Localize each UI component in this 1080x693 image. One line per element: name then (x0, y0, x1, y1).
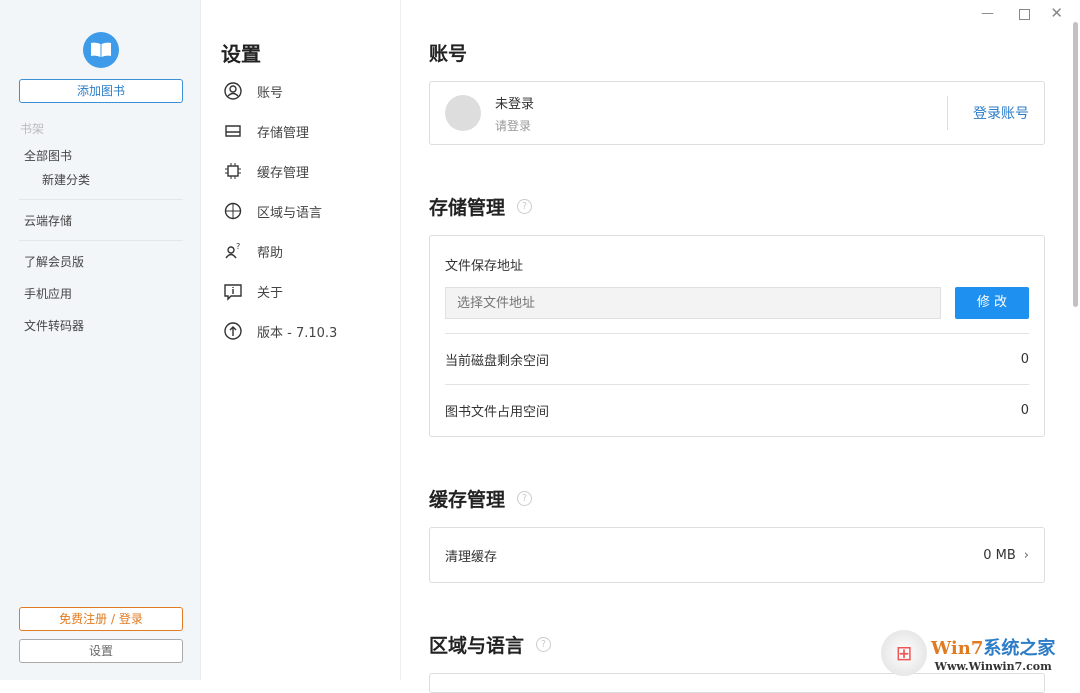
nav-label: 账号 (257, 82, 283, 101)
settings-content: — ✕ 账号 未登录 请登录 登录账号 存储管理? 文件保存地址 修 改 当前磁… (401, 0, 1080, 680)
new-category-item[interactable]: 新建分类 (42, 171, 90, 188)
help-question-icon[interactable]: ? (517, 491, 532, 506)
login-account-link[interactable]: 登录账号 (973, 103, 1029, 123)
library-sidebar: 添加图书 书架 全部图书 新建分类 云端存储 了解会员版 手机应用 文件转码器 … (0, 0, 201, 680)
row-value: 0 (1021, 403, 1029, 418)
chip-icon (223, 161, 243, 181)
watermark-logo: ⊞ Win7系统之家Www.Winwin7.com (881, 630, 1055, 676)
chevron-right-icon: › (1024, 548, 1029, 563)
help-question-icon[interactable]: ? (536, 637, 551, 652)
row-label: 清理缓存 (445, 546, 497, 565)
nav-version[interactable]: 版本 - 7.10.3 (223, 321, 337, 341)
nav-label: 缓存管理 (257, 162, 309, 181)
drive-icon (223, 121, 243, 141)
membership-item[interactable]: 了解会员版 (24, 253, 84, 270)
login-status: 未登录 (495, 93, 534, 112)
account-title: 账号 (429, 39, 467, 66)
cache-title: 缓存管理? (429, 485, 532, 512)
avatar (445, 95, 481, 131)
windows-logo-icon: ⊞ (881, 630, 927, 676)
path-label: 文件保存地址 (430, 236, 1044, 274)
section-title: 区域与语言 (429, 631, 524, 658)
scrollbar[interactable] (1073, 22, 1078, 307)
section-title: 缓存管理 (429, 485, 505, 512)
modify-button[interactable]: 修 改 (955, 287, 1029, 319)
divider (19, 199, 183, 200)
help-icon: ? (223, 241, 243, 261)
help-question-icon[interactable]: ? (517, 199, 532, 214)
globe-icon (223, 201, 243, 221)
login-hint: 请登录 (495, 117, 534, 134)
nav-label: 帮助 (257, 242, 283, 261)
svg-text:?: ? (236, 242, 240, 251)
cloud-storage-item[interactable]: 云端存储 (24, 212, 72, 229)
book-usage-row: 图书文件占用空间 0 (430, 385, 1044, 435)
disk-free-row: 当前磁盘剩余空间 0 (430, 334, 1044, 384)
cache-size: 0 MB (983, 548, 1016, 563)
nav-label: 版本 - 7.10.3 (257, 322, 337, 341)
register-login-button[interactable]: 免费注册 / 登录 (19, 607, 183, 631)
divider (19, 240, 183, 241)
maximize-icon[interactable] (1019, 9, 1030, 20)
section-title: 账号 (429, 39, 467, 66)
nav-about[interactable]: 关于 (223, 281, 283, 301)
row-label: 图书文件占用空间 (445, 401, 549, 420)
all-books-item[interactable]: 全部图书 (24, 147, 72, 164)
app-logo-book-icon (83, 32, 119, 68)
region-card (429, 673, 1045, 693)
region-title: 区域与语言? (429, 631, 551, 658)
storage-title: 存储管理? (429, 193, 532, 220)
nav-label: 存储管理 (257, 122, 309, 141)
nav-label: 关于 (257, 282, 283, 301)
add-book-button[interactable]: 添加图书 (19, 79, 183, 103)
nav-label: 区域与语言 (257, 202, 322, 221)
cache-card: 清理缓存 0 MB › (429, 527, 1045, 583)
nav-cache[interactable]: 缓存管理 (223, 161, 309, 181)
nav-help[interactable]: ? 帮助 (223, 241, 283, 261)
nav-account[interactable]: 账号 (223, 81, 283, 101)
account-card: 未登录 请登录 登录账号 (429, 81, 1045, 145)
clear-cache-row[interactable]: 清理缓存 0 MB › (430, 528, 1044, 582)
path-input[interactable] (445, 287, 941, 319)
storage-card: 文件保存地址 修 改 当前磁盘剩余空间 0 图书文件占用空间 0 (429, 235, 1045, 437)
converter-item[interactable]: 文件转码器 (24, 317, 84, 334)
settings-title: 设置 (221, 38, 261, 67)
settings-nav: 设置 账号 存储管理 缓存管理 区域与语言 ? 帮助 关于 版本 - 7.10.3 (201, 0, 401, 680)
mobile-app-item[interactable]: 手机应用 (24, 285, 72, 302)
user-icon (223, 81, 243, 101)
nav-region[interactable]: 区域与语言 (223, 201, 322, 221)
upgrade-icon (223, 321, 243, 341)
section-title: 存储管理 (429, 193, 505, 220)
info-icon (223, 281, 243, 301)
divider (947, 96, 948, 130)
row-value: 0 (1021, 352, 1029, 367)
row-label: 当前磁盘剩余空间 (445, 350, 549, 369)
close-icon[interactable]: ✕ (1050, 4, 1063, 22)
nav-storage[interactable]: 存储管理 (223, 121, 309, 141)
minimize-icon[interactable]: — (981, 6, 994, 21)
shelf-section-label: 书架 (20, 120, 44, 137)
settings-button[interactable]: 设置 (19, 639, 183, 663)
